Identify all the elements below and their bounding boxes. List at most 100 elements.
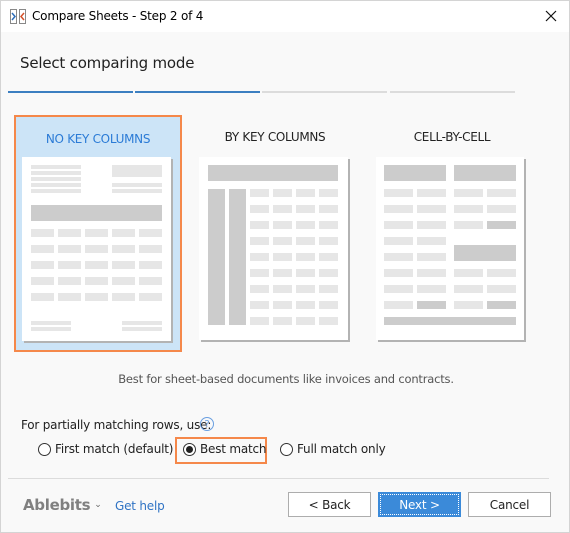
- help-icon[interactable]: ?: [200, 417, 214, 431]
- illustration-cell: [454, 301, 483, 309]
- step-progress: [8, 91, 515, 93]
- footer-divider: [8, 478, 549, 479]
- partial-match-label: For partially matching rows, use:: [21, 418, 212, 432]
- illustration-cell: [112, 245, 135, 253]
- compare-sheets-icon: [10, 9, 26, 24]
- radio-circle[interactable]: [38, 442, 51, 456]
- illustration-cell: [139, 277, 162, 285]
- illustration-cell: [454, 269, 483, 277]
- illustration-cell: [273, 269, 292, 277]
- illustration-cell: [384, 205, 413, 213]
- illustration-cell: [250, 301, 269, 309]
- radio-circle[interactable]: [183, 442, 196, 456]
- illustration-cell: [319, 285, 338, 293]
- illustration-cell: [487, 221, 516, 229]
- close-icon: [545, 10, 557, 22]
- illustration-cell: [58, 277, 81, 285]
- illustration-cell: [273, 317, 292, 325]
- illustration-cell: [250, 269, 269, 277]
- illustration-cell: [319, 221, 338, 229]
- illustration-cell: [296, 221, 315, 229]
- illustration-cell: [250, 317, 269, 325]
- illustration-cell: [417, 269, 446, 277]
- illustration-cell: [58, 261, 81, 269]
- illustration-cell: [319, 253, 338, 261]
- illustration-cell: [273, 285, 292, 293]
- mode-cell-by-cell[interactable]: CELL-BY-CELL: [368, 115, 536, 352]
- illustration-cell: [417, 221, 446, 229]
- radio-best-match[interactable]: Best match: [183, 442, 267, 456]
- illustration-cell: [58, 245, 81, 253]
- step-segment-2: [135, 91, 260, 93]
- mode-label: NO KEY COLUMNS: [45, 132, 151, 146]
- close-button[interactable]: [541, 6, 561, 26]
- cancel-button[interactable]: Cancel: [468, 492, 551, 517]
- illustration-cell: [384, 189, 413, 197]
- illustration-cell: [319, 269, 338, 277]
- illustration-cell: [319, 301, 338, 309]
- illustration-cell: [487, 301, 516, 309]
- illustration-cell: [384, 301, 413, 309]
- radio-full-match-only[interactable]: Full match only: [280, 442, 386, 456]
- window-title: Compare Sheets - Step 2 of 4: [32, 9, 204, 23]
- illustration-cell: [112, 293, 135, 301]
- illustration-cell: [139, 261, 162, 269]
- illustration-cell: [384, 237, 413, 245]
- illustration-cell: [296, 205, 315, 213]
- illustration-cell: [250, 189, 269, 197]
- illustration-cell: [250, 205, 269, 213]
- illustration-cell: [139, 229, 162, 237]
- illustration-cell: [273, 237, 292, 245]
- illustration-cell: [319, 237, 338, 245]
- illustration-cell: [273, 301, 292, 309]
- illustration-cell: [296, 301, 315, 309]
- illustration-cell: [112, 277, 135, 285]
- illustration-cell: [31, 229, 54, 237]
- radio-label: Best match: [200, 442, 267, 456]
- step-segment-4: [390, 91, 515, 93]
- illustration-cell: [31, 245, 54, 253]
- by-key-columns-illustration: [199, 157, 348, 340]
- radio-circle[interactable]: [280, 442, 293, 456]
- illustration-cell: [296, 237, 315, 245]
- mode-description: Best for sheet-based documents like invo…: [118, 372, 454, 386]
- illustration-cell: [417, 253, 446, 261]
- illustration-cell: [454, 221, 483, 229]
- next-button[interactable]: Next >: [378, 492, 461, 517]
- mode-no-key-columns[interactable]: NO KEY COLUMNS: [14, 115, 182, 352]
- illustration-cell: [487, 189, 516, 197]
- illustration-cell: [417, 301, 446, 309]
- illustration-cell: [296, 317, 315, 325]
- get-help-link[interactable]: Get help: [115, 499, 165, 513]
- illustration-cell: [273, 221, 292, 229]
- ablebits-menu[interactable]: Ablebits ⌄: [23, 496, 102, 514]
- cell-by-cell-illustration: [376, 157, 524, 340]
- illustration-cell: [296, 285, 315, 293]
- radio-first-match[interactable]: First match (default): [38, 442, 173, 456]
- chevron-down-icon: ⌄: [94, 500, 102, 510]
- page-title: Select comparing mode: [20, 54, 195, 72]
- mode-by-key-columns[interactable]: BY KEY COLUMNS: [191, 115, 359, 352]
- compare-sheets-dialog: Compare Sheets - Step 2 of 4 Select comp…: [0, 0, 570, 533]
- illustration-cell: [319, 317, 338, 325]
- illustration-cell: [384, 269, 413, 277]
- illustration-cell: [487, 285, 516, 293]
- illustration-cell: [139, 293, 162, 301]
- illustration-cell: [296, 189, 315, 197]
- illustration-cell: [384, 221, 413, 229]
- illustration-cell: [296, 253, 315, 261]
- radio-label: Full match only: [297, 442, 386, 456]
- illustration-cell: [85, 293, 108, 301]
- illustration-cell: [250, 221, 269, 229]
- illustration-cell: [250, 237, 269, 245]
- step-segment-1: [8, 91, 133, 93]
- illustration-cell: [58, 229, 81, 237]
- illustration-cell: [85, 229, 108, 237]
- illustration-cell: [112, 229, 135, 237]
- mode-label: BY KEY COLUMNS: [224, 130, 326, 144]
- illustration-cell: [417, 237, 446, 245]
- title-bar: Compare Sheets - Step 2 of 4: [1, 1, 569, 32]
- illustration-cell: [487, 205, 516, 213]
- back-button[interactable]: < Back: [288, 492, 371, 517]
- illustration-cell: [273, 253, 292, 261]
